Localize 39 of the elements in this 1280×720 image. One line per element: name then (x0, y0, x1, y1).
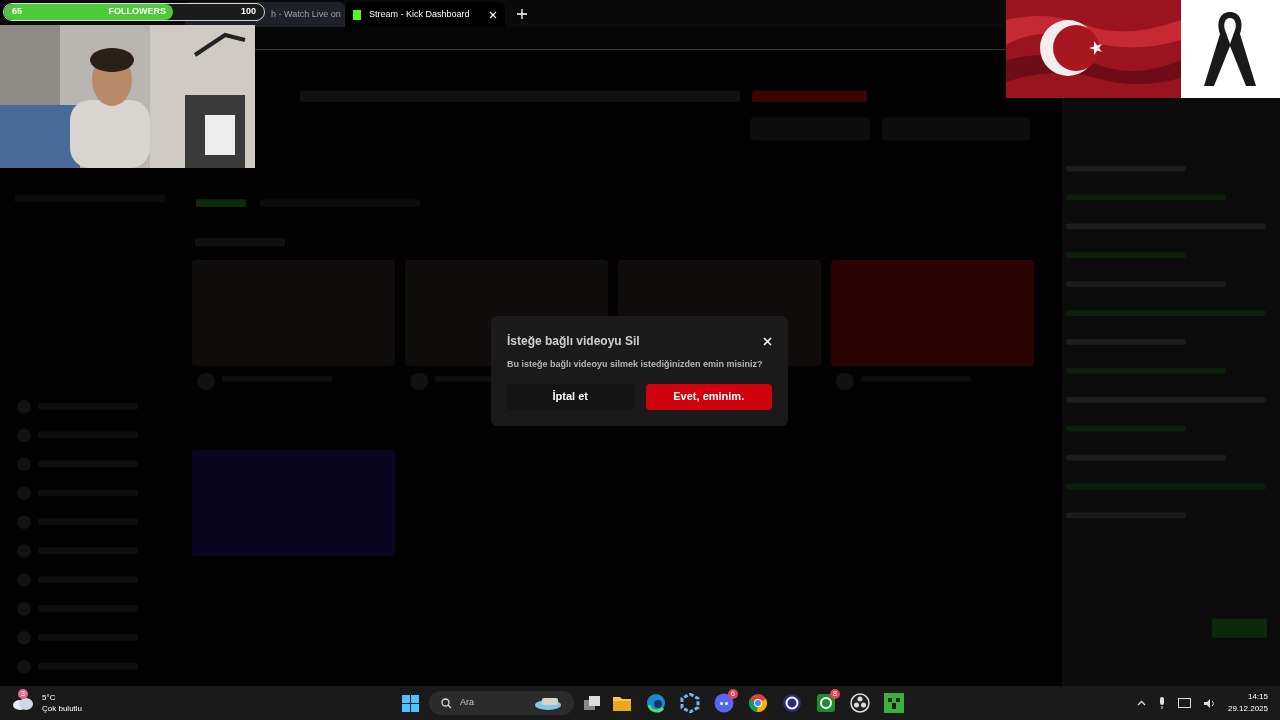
start-icon[interactable] (402, 694, 419, 712)
hexagon-app-icon[interactable] (680, 693, 700, 713)
clock-date[interactable]: 29.12.2025 (1227, 703, 1268, 715)
confirm-button[interactable]: Evet, eminim. (645, 383, 772, 410)
tab-title: h - Watch Live on (271, 7, 341, 21)
browser-tab[interactable]: Stream - Kick Dashboard (345, 2, 505, 27)
new-tab-icon[interactable] (517, 9, 527, 19)
microphone-icon[interactable] (1157, 697, 1166, 709)
task-view-icon[interactable] (584, 696, 600, 710)
follower-count: 65 (12, 5, 22, 19)
search-highlight-icon (534, 696, 562, 710)
chevron-up-icon[interactable] (1136, 700, 1146, 706)
close-icon[interactable] (489, 10, 497, 19)
dialog-message: Bu isteğe bağlı videoyu silmek istediğinizden emin misiniz? (507, 358, 764, 371)
follower-target: 100 (240, 5, 256, 19)
weather-text: Çok bulutlu (42, 703, 83, 714)
search-field[interactable]: Ara (429, 691, 574, 715)
browser-icon[interactable] (646, 693, 666, 713)
cancel-button[interactable]: İptal et (507, 383, 634, 410)
clock-time[interactable]: 14:15 (1247, 691, 1268, 703)
tab-title: Stream - Kick Dashboard (369, 7, 470, 21)
ring-app-icon[interactable] (782, 693, 802, 713)
network-icon[interactable] (1177, 697, 1191, 709)
search-placeholder: Ara (460, 696, 475, 710)
temperature-text: 5°C (42, 692, 57, 703)
dialog-title: İsteğe bağlı videoyu Sil (507, 333, 640, 350)
folder-icon[interactable] (612, 694, 632, 712)
cloud-icon (12, 696, 34, 710)
close-icon[interactable] (763, 336, 772, 346)
followers-label: FOLLOWERS (108, 5, 166, 19)
game-app-icon[interactable] (816, 693, 836, 713)
recorder-icon[interactable] (850, 693, 870, 713)
search-icon (441, 697, 452, 709)
block-face-icon[interactable] (884, 693, 904, 713)
chrome-icon[interactable] (748, 693, 768, 713)
blurred-text (196, 199, 246, 208)
speaker-icon[interactable] (1202, 697, 1216, 709)
kick-logo-icon (353, 9, 361, 20)
chat-app-icon[interactable] (714, 693, 734, 713)
